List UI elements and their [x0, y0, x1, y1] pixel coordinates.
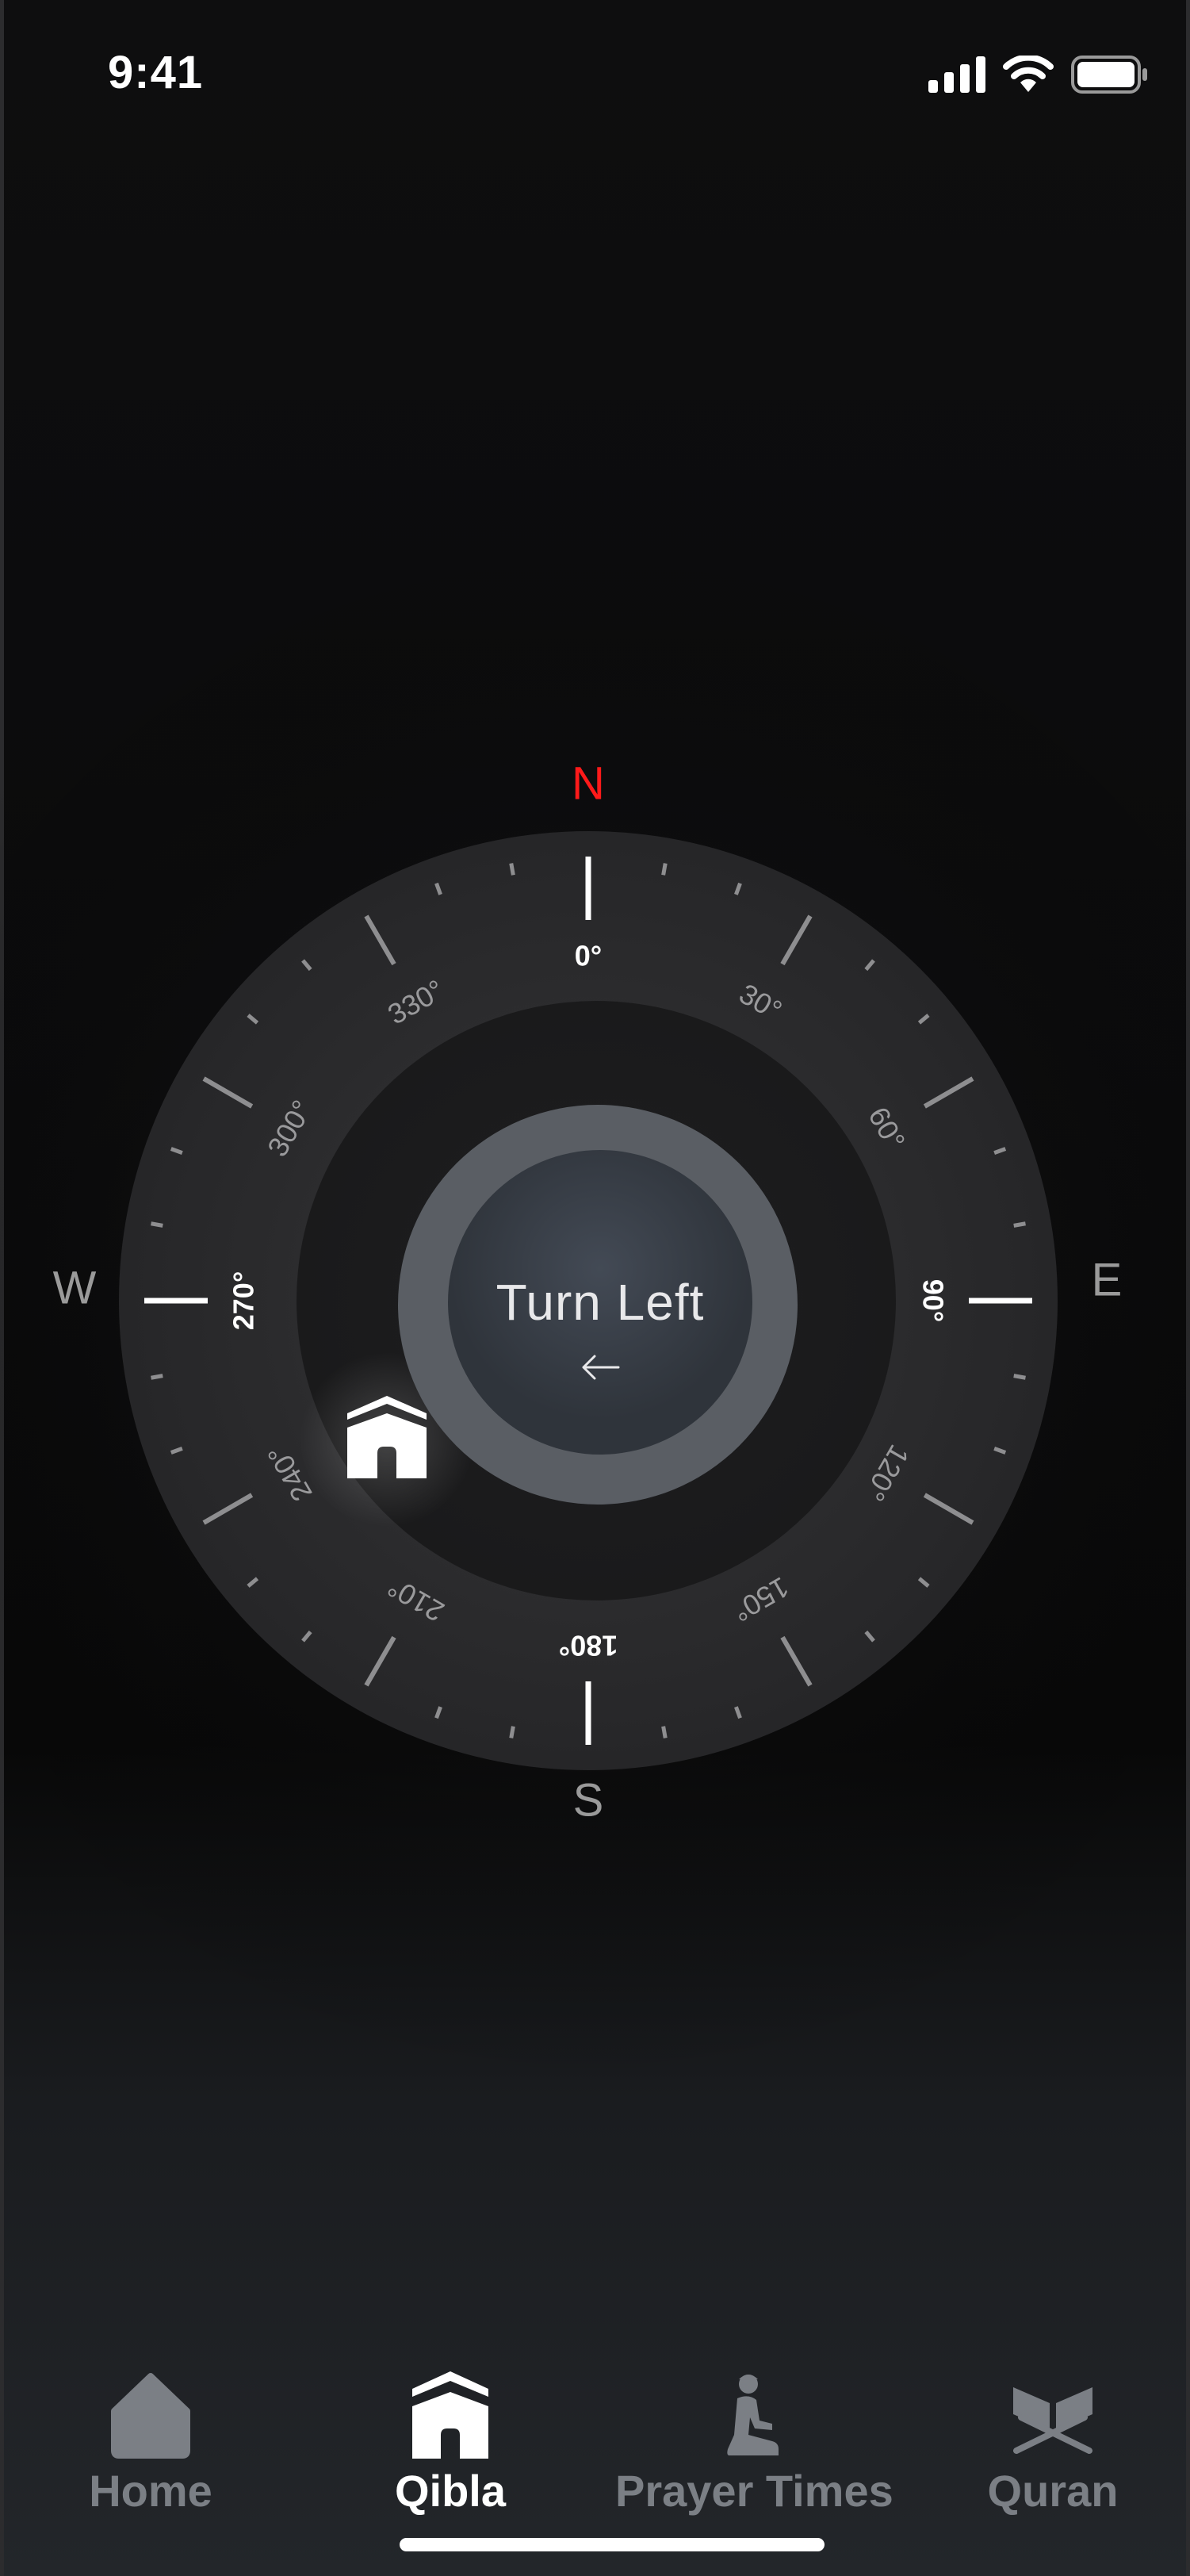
minor-tick	[1013, 1374, 1026, 1380]
direction-west: W	[52, 1262, 97, 1314]
minor-tick	[151, 1221, 163, 1228]
minor-tick	[509, 1726, 515, 1738]
tab-prayer-times[interactable]: Prayer Times	[615, 2348, 893, 2522]
degree-label: 90°	[917, 1279, 950, 1322]
kaaba-icon	[347, 1396, 427, 1478]
minor-tick	[661, 1726, 668, 1738]
degree-label: 270°	[228, 1271, 260, 1330]
tab-prayer-times-label: Prayer Times	[615, 2466, 893, 2516]
degree-label: 180°	[559, 1630, 618, 1662]
praying-person-icon	[727, 2375, 779, 2455]
tab-quran-label: Quran	[987, 2466, 1119, 2516]
minor-tick	[1013, 1221, 1026, 1228]
minor-tick	[509, 863, 515, 876]
tab-home-label: Home	[89, 2466, 212, 2516]
tab-home[interactable]: Home	[16, 2348, 285, 2522]
tab-qibla-label: Qibla	[394, 2466, 507, 2516]
turn-instruction: Turn Left	[496, 1274, 705, 1331]
tab-bar: Home Qibla Prayer Times Quran	[0, 2348, 1190, 2538]
qibla-compass: 0° 30° 60° 90° 120° 150° 180° 210° 240° 270° 300° 3…	[0, 0, 1190, 2576]
qibla-screen: 9:41 0° 30° 60° 90° 120° 150° 180° 210° …	[0, 0, 1190, 2576]
direction-east: E	[1091, 1254, 1123, 1306]
degree-label: 0°	[575, 940, 602, 972]
home-indicator[interactable]	[400, 2538, 825, 2551]
quran-book-icon	[1013, 2387, 1092, 2454]
kaaba-icon	[412, 2371, 488, 2459]
tab-quran[interactable]: Quran	[918, 2348, 1188, 2522]
home-icon	[111, 2373, 190, 2459]
left-arrow-icon	[582, 1355, 620, 1380]
direction-south: S	[572, 1774, 604, 1827]
tab-qibla[interactable]: Qibla	[316, 2348, 585, 2522]
minor-tick	[151, 1374, 163, 1380]
direction-north: N	[572, 757, 605, 810]
minor-tick	[661, 863, 668, 876]
